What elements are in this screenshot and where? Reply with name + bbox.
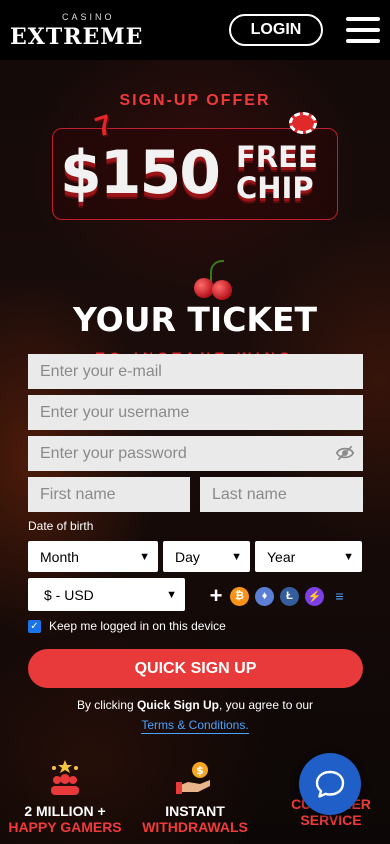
casino-chip-icon bbox=[289, 112, 317, 134]
currency-select[interactable]: $ - USD ▼ bbox=[28, 578, 185, 611]
year-value: Year bbox=[267, 548, 296, 565]
feature-line2: WITHDRAWALS bbox=[142, 819, 248, 835]
feature-line1: INSTANT bbox=[165, 803, 225, 819]
crypto-options: + ₿ ♦ Ł ⚡ ≡ bbox=[208, 585, 349, 607]
day-value: Day bbox=[175, 548, 200, 565]
logo-casino-text: CASINO bbox=[62, 12, 115, 22]
terms-prefix: By clicking bbox=[76, 698, 137, 712]
terms-text: By clicking Quick Sign Up, you agree to … bbox=[0, 698, 390, 712]
last-name-placeholder: Last name bbox=[212, 485, 287, 503]
feature-line1: 2 MILLION + bbox=[24, 803, 106, 819]
menu-bar bbox=[346, 39, 380, 43]
chevron-down-icon: ▼ bbox=[343, 550, 354, 563]
first-name-placeholder: First name bbox=[40, 485, 116, 503]
email-placeholder: Enter your e-mail bbox=[40, 362, 162, 380]
happy-gamers-icon bbox=[51, 760, 79, 795]
cherry bbox=[212, 280, 232, 300]
feature-line2: HAPPY GAMERS bbox=[8, 819, 122, 835]
offer-free-text: FREE bbox=[236, 140, 318, 174]
top-bar: CASINO EXTREME bbox=[0, 0, 390, 60]
your-ticket-heading: YOUR TICKET bbox=[72, 300, 318, 339]
first-name-field[interactable]: First name bbox=[28, 477, 190, 512]
terms-bold: Quick Sign Up bbox=[136, 698, 219, 712]
bitcoin-icon: ₿ bbox=[230, 586, 249, 606]
litecoin-icon: Ł bbox=[280, 586, 299, 606]
terms-suffix: , you agree to our bbox=[218, 698, 314, 712]
terms-conditions-link[interactable]: Terms & Conditions. bbox=[141, 718, 249, 734]
chevron-down-icon: ▼ bbox=[166, 588, 177, 601]
feature-happy-gamers: 2 MILLION + HAPPY GAMERS bbox=[5, 760, 125, 835]
offer-free-chip: FREE CHIP bbox=[236, 142, 336, 204]
month-value: Month bbox=[40, 548, 79, 565]
logo-extreme-text: EXTREME bbox=[10, 24, 144, 50]
cherry bbox=[194, 278, 214, 298]
solana-icon: ≡ bbox=[335, 588, 344, 604]
promo-banner: SIGN-UP OFFER 7 $150 FREE CHIP YOUR TICK… bbox=[0, 60, 390, 386]
hand-coin-icon: $ bbox=[176, 762, 210, 794]
keep-logged-in-label: Keep me logged in on this device bbox=[49, 619, 226, 633]
site-logo[interactable]: CASINO EXTREME bbox=[10, 10, 144, 50]
year-select[interactable]: Year ▼ bbox=[255, 541, 362, 572]
svg-text:$: $ bbox=[196, 764, 204, 777]
last-name-field[interactable]: Last name bbox=[200, 477, 363, 512]
password-placeholder: Enter your password bbox=[40, 444, 187, 462]
login-button[interactable]: LOGIN bbox=[229, 14, 323, 46]
lightning-icon: ⚡ bbox=[305, 586, 324, 606]
dob-label: Date of birth bbox=[28, 519, 94, 533]
hamburger-menu-icon[interactable] bbox=[346, 17, 380, 43]
chat-bubble-icon bbox=[315, 770, 345, 798]
keep-logged-in-row[interactable]: ✓ Keep me logged in on this device bbox=[28, 619, 226, 633]
email-field[interactable]: Enter your e-mail bbox=[28, 354, 363, 389]
username-field[interactable]: Enter your username bbox=[28, 395, 363, 430]
terms-link-row: Terms & Conditions. bbox=[0, 716, 390, 734]
chevron-down-icon: ▼ bbox=[231, 550, 242, 563]
currency-value: $ - USD bbox=[44, 586, 94, 603]
username-placeholder: Enter your username bbox=[40, 403, 190, 421]
keep-logged-in-checkbox[interactable]: ✓ bbox=[28, 619, 41, 633]
day-select[interactable]: Day ▼ bbox=[163, 541, 250, 572]
month-select[interactable]: Month ▼ bbox=[28, 541, 158, 572]
live-chat-button[interactable] bbox=[299, 753, 361, 815]
feature-instant-withdrawals: $ INSTANT WITHDRAWALS bbox=[134, 760, 256, 835]
menu-bar bbox=[346, 17, 380, 21]
offer-amount: $150 bbox=[60, 138, 221, 208]
signup-offer-heading: SIGN-UP OFFER bbox=[119, 92, 271, 109]
quick-signup-button[interactable]: QUICK SIGN UP bbox=[28, 649, 363, 688]
chevron-down-icon: ▼ bbox=[139, 550, 150, 563]
ethereum-icon: ♦ bbox=[255, 586, 274, 606]
menu-bar bbox=[346, 28, 380, 32]
plus-icon: + bbox=[209, 583, 223, 608]
cherries-icon bbox=[192, 260, 236, 304]
offer-chip-text: CHIP bbox=[236, 171, 314, 205]
password-field[interactable]: Enter your password bbox=[28, 436, 363, 471]
cherry-stem bbox=[210, 260, 224, 282]
hide-password-icon[interactable] bbox=[335, 444, 355, 462]
